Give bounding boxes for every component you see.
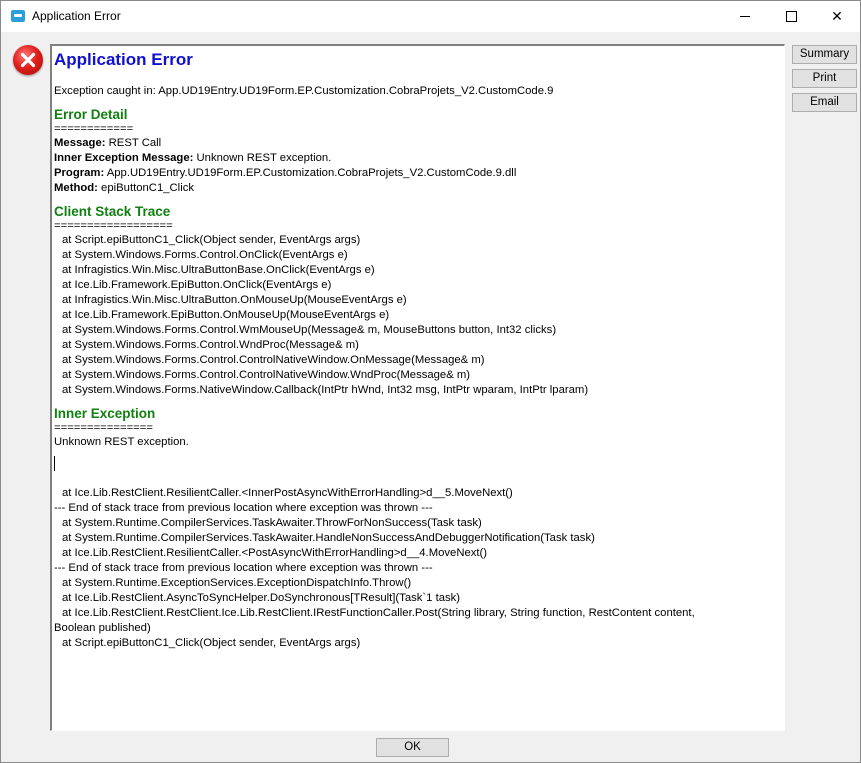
- stack-trace-line: at System.Windows.Forms.Control.ControlN…: [62, 369, 471, 381]
- minimize-button[interactable]: [722, 1, 768, 32]
- separator: ===============: [54, 422, 153, 434]
- maximize-button[interactable]: [768, 1, 814, 32]
- detail-field: Inner Exception Message: Unknown REST ex…: [54, 152, 332, 164]
- error-report: Application Error Exception caught in: A…: [52, 46, 784, 651]
- error-content-panel[interactable]: Application Error Exception caught in: A…: [50, 44, 785, 731]
- trace-line: at Ice.Lib.RestClient.RestClient.Ice.Lib…: [62, 607, 695, 619]
- detail-field: Method: epiButtonC1_Click: [54, 182, 194, 194]
- minimize-icon: [740, 16, 750, 17]
- text-caret: [54, 456, 55, 471]
- text-caret-line: [54, 456, 784, 471]
- summary-button[interactable]: Summary: [792, 45, 857, 64]
- report-title: Application Error: [54, 50, 193, 69]
- app-window-icon: [11, 10, 25, 22]
- stack-trace-line: at Ice.Lib.Framework.EpiButton.OnMouseUp…: [62, 309, 390, 321]
- trace-line: at Ice.Lib.RestClient.ResilientCaller.<P…: [62, 547, 488, 559]
- exception-caught-line: Exception caught in: App.UD19Entry.UD19F…: [54, 85, 554, 97]
- application-error-window: Application Error ✕ Application Error Ex…: [0, 0, 861, 763]
- ok-button[interactable]: OK: [376, 738, 449, 757]
- trace-boundary-line: --- End of stack trace from previous loc…: [54, 562, 433, 574]
- maximize-icon: [785, 11, 797, 22]
- stack-trace-line: at System.Windows.Forms.Control.WmMouseU…: [62, 324, 557, 336]
- separator: ==================: [54, 220, 173, 232]
- trace-line: at System.Runtime.CompilerServices.TaskA…: [62, 517, 482, 529]
- stack-trace-line: at Script.epiButtonC1_Click(Object sende…: [62, 234, 361, 246]
- trace-line: at Script.epiButtonC1_Click(Object sende…: [62, 637, 361, 649]
- client-stack-trace: at Script.epiButtonC1_Click(Object sende…: [54, 233, 784, 398]
- detail-field: Message: REST Call: [54, 137, 162, 149]
- trace-line: at System.Runtime.CompilerServices.TaskA…: [62, 532, 595, 544]
- stack-trace-line: at Ice.Lib.Framework.EpiButton.OnClick(E…: [62, 279, 332, 291]
- trace-line-continued: Boolean published): [54, 622, 151, 634]
- error-detail-heading: Error Detail: [54, 107, 128, 122]
- trace-line: at Ice.Lib.RestClient.ResilientCaller.<I…: [62, 487, 513, 499]
- inner-exception-heading: Inner Exception: [54, 406, 156, 421]
- title-bar[interactable]: Application Error ✕: [1, 1, 860, 32]
- stack-trace-line: at System.Windows.Forms.Control.WndProc(…: [62, 339, 359, 351]
- stack-trace-line: at Infragistics.Win.Misc.UltraButtonBase…: [62, 264, 375, 276]
- email-button[interactable]: Email: [792, 93, 857, 112]
- stack-trace-line: at System.Windows.Forms.Control.ControlN…: [62, 354, 485, 366]
- separator: ============: [54, 123, 134, 135]
- inner-exception-trace: at Ice.Lib.RestClient.ResilientCaller.<I…: [54, 486, 784, 606]
- trace-line: at Ice.Lib.RestClient.AsyncToSyncHelper.…: [62, 592, 461, 604]
- window-title: Application Error: [32, 9, 121, 23]
- stack-trace-line: at Infragistics.Win.Misc.UltraButton.OnM…: [62, 294, 407, 306]
- detail-field: Program: App.UD19Entry.UD19Form.EP.Custo…: [54, 167, 517, 179]
- close-button[interactable]: ✕: [814, 1, 860, 32]
- client-stack-heading: Client Stack Trace: [54, 204, 171, 219]
- stack-trace-line: at System.Windows.Forms.Control.OnClick(…: [62, 249, 348, 261]
- close-icon: ✕: [831, 8, 843, 24]
- stack-trace-line: at System.Windows.Forms.NativeWindow.Cal…: [62, 384, 589, 396]
- trace-boundary-line: --- End of stack trace from previous loc…: [54, 502, 433, 514]
- inner-exception-message: Unknown REST exception.: [54, 436, 189, 448]
- trace-line: at System.Runtime.ExceptionServices.Exce…: [62, 577, 412, 589]
- error-x-icon: [13, 45, 43, 75]
- print-button[interactable]: Print: [792, 69, 857, 88]
